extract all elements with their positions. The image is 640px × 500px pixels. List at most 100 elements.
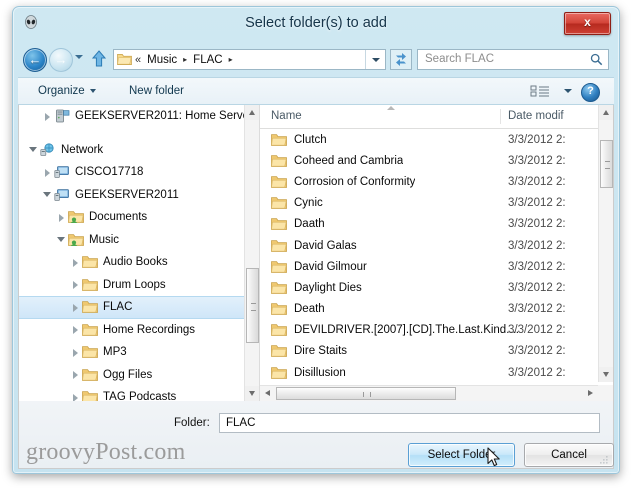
list-hscroll-thumb[interactable] (276, 387, 456, 400)
expand-triangle-icon[interactable] (69, 278, 82, 291)
file-list-row[interactable]: David Galas 3/3/2012 2: (260, 235, 613, 256)
list-scroll-up-button[interactable] (599, 105, 613, 120)
back-button[interactable]: ← (23, 48, 47, 72)
column-separator[interactable] (500, 109, 501, 124)
folder-icon (271, 260, 287, 274)
resize-grip-icon[interactable] (599, 455, 609, 465)
folder-icon (271, 133, 287, 147)
file-list-vertical-scrollbar[interactable] (598, 105, 613, 382)
column-header-name[interactable]: Name (271, 110, 302, 122)
folder-icon (82, 368, 98, 381)
chevron-up-icon (249, 110, 255, 115)
up-one-level-button[interactable] (91, 50, 107, 68)
expand-triangle-icon[interactable] (69, 391, 82, 401)
file-list-pane: Name Date modif Clutch 3/3/2012 2: Coheed … (260, 105, 613, 401)
expand-triangle-icon[interactable] (69, 346, 82, 359)
network-icon (40, 143, 54, 156)
file-list-row[interactable]: Daath 3/3/2012 2: (260, 214, 613, 235)
file-date-cell: 3/3/2012 2: (508, 303, 566, 316)
breadcrumb-overflow-icon[interactable]: « (135, 54, 141, 66)
help-button[interactable]: ? (581, 83, 600, 102)
file-name-cell: Clutch (294, 133, 327, 146)
view-dropdown-chevron-down-icon[interactable] (564, 89, 572, 93)
tree-item-music[interactable]: Music (19, 229, 259, 252)
tree-item-geekserver2011[interactable]: GEEKSERVER2011 (19, 184, 259, 207)
tree-item-geekserver2011-home-server[interactable]: GEEKSERVER2011: Home Server: (19, 105, 259, 128)
tree-item-drum-loops[interactable]: Drum Loops (19, 274, 259, 297)
folder-name-input[interactable]: FLAC (219, 413, 600, 433)
file-name-cell: DEVILDRIVER.[2007].[CD].The.Last.Kind...… (294, 324, 519, 337)
breadcrumb-item-flac[interactable]: FLAC (191, 53, 224, 67)
file-list-row[interactable]: Cynic 3/3/2012 2: (260, 193, 613, 214)
tree-vertical-scrollbar[interactable] (244, 105, 259, 401)
list-scroll-left-button[interactable] (260, 386, 275, 401)
tree-item-cisco17718[interactable]: CISCO17718 (19, 161, 259, 184)
file-list-row[interactable]: David Gilmour 3/3/2012 2: (260, 256, 613, 277)
tree-rows: GEEKSERVER2011: Home Server: Network CISCO… (19, 105, 259, 401)
tree-item-label: GEEKSERVER2011: Home Server: (75, 110, 257, 123)
tree-scroll-thumb[interactable] (246, 268, 259, 343)
folder-icon (82, 255, 98, 269)
title-bar: Select folder(s) to add x (13, 7, 619, 41)
expand-triangle-icon[interactable] (69, 301, 82, 314)
file-list-row[interactable]: Dire Staits 3/3/2012 2: (260, 341, 613, 362)
organize-button[interactable]: Organize (32, 83, 102, 99)
breadcrumb-separator-end-icon[interactable]: ▸ (225, 55, 237, 64)
search-input[interactable]: Search FLAC (417, 49, 609, 70)
column-header-date-modified[interactable]: Date modif (508, 110, 568, 122)
file-list-row[interactable]: Death 3/3/2012 2: (260, 299, 613, 320)
expand-triangle-icon[interactable] (69, 323, 82, 336)
history-dropdown-button[interactable] (75, 55, 83, 59)
view-options-icon[interactable] (528, 83, 562, 101)
list-scroll-right-button[interactable] (583, 386, 598, 401)
forward-button[interactable]: → (49, 48, 73, 72)
file-list-row[interactable]: Daylight Dies 3/3/2012 2: (260, 277, 613, 298)
refresh-button[interactable] (390, 49, 412, 70)
file-list-horizontal-scrollbar[interactable] (260, 385, 598, 401)
file-list-row[interactable]: Disillusion 3/3/2012 2: (260, 362, 613, 383)
tree-item-ogg-files[interactable]: Ogg Files (19, 364, 259, 387)
new-folder-button[interactable]: New folder (123, 83, 190, 99)
expand-triangle-icon[interactable] (41, 166, 54, 179)
screenshot-root: Select folder(s) to add x ← → « Music ▸ … (0, 0, 640, 500)
tree-item-mp3[interactable]: MP3 (19, 341, 259, 364)
chevron-down-icon (249, 391, 255, 396)
file-date-cell: 3/3/2012 2: (508, 133, 566, 146)
expand-triangle-icon[interactable] (55, 211, 68, 224)
collapse-triangle-icon[interactable] (55, 233, 68, 246)
folder-icon (271, 154, 287, 167)
list-scroll-down-button[interactable] (599, 367, 613, 382)
tree-item-tag-podcasts[interactable]: TAG Podcasts (19, 386, 259, 401)
close-button[interactable]: x (564, 12, 611, 35)
tree-item-flac[interactable]: FLAC (19, 296, 259, 319)
address-bar[interactable]: « Music ▸ FLAC ▸ (113, 49, 386, 70)
expand-triangle-icon[interactable] (41, 110, 54, 123)
tree-item-home-recordings[interactable]: Home Recordings (19, 319, 259, 342)
refresh-icon (396, 53, 406, 66)
tree-item-documents[interactable]: Documents (19, 206, 259, 229)
tree-item-audio-books[interactable]: Audio Books (19, 251, 259, 274)
dialog-title: Select folder(s) to add (245, 15, 387, 31)
file-list-row[interactable]: Corrosion of Conformity 3/3/2012 2: (260, 171, 613, 192)
list-scroll-thumb[interactable] (600, 140, 613, 188)
folder-icon (82, 346, 98, 359)
folder-icon (271, 196, 287, 210)
tree-item-network[interactable]: Network (19, 139, 259, 162)
help-icon: ? (587, 85, 594, 97)
file-list-row[interactable]: DEVILDRIVER.[2007].[CD].The.Last.Kind...… (260, 320, 613, 341)
computer-icon (54, 165, 70, 179)
tree-scroll-down-button[interactable] (245, 386, 259, 401)
select-folder-button[interactable]: Select Folder (408, 443, 515, 467)
organize-label: Organize (38, 85, 85, 97)
file-list-row[interactable]: Clutch 3/3/2012 2: (260, 129, 613, 150)
tree-scroll-up-button[interactable] (245, 105, 259, 120)
file-list-row[interactable]: Coheed and Cambria 3/3/2012 2: (260, 150, 613, 171)
breadcrumb-separator-icon[interactable]: ▸ (179, 55, 191, 64)
breadcrumb-item-music[interactable]: Music (145, 53, 179, 67)
collapse-triangle-icon[interactable] (41, 188, 54, 201)
expand-triangle-icon[interactable] (69, 256, 82, 269)
address-dropdown-button[interactable] (365, 50, 385, 69)
collapse-triangle-icon[interactable] (27, 143, 40, 156)
expand-triangle-icon[interactable] (69, 368, 82, 381)
file-date-cell: 3/3/2012 2: (508, 281, 566, 294)
